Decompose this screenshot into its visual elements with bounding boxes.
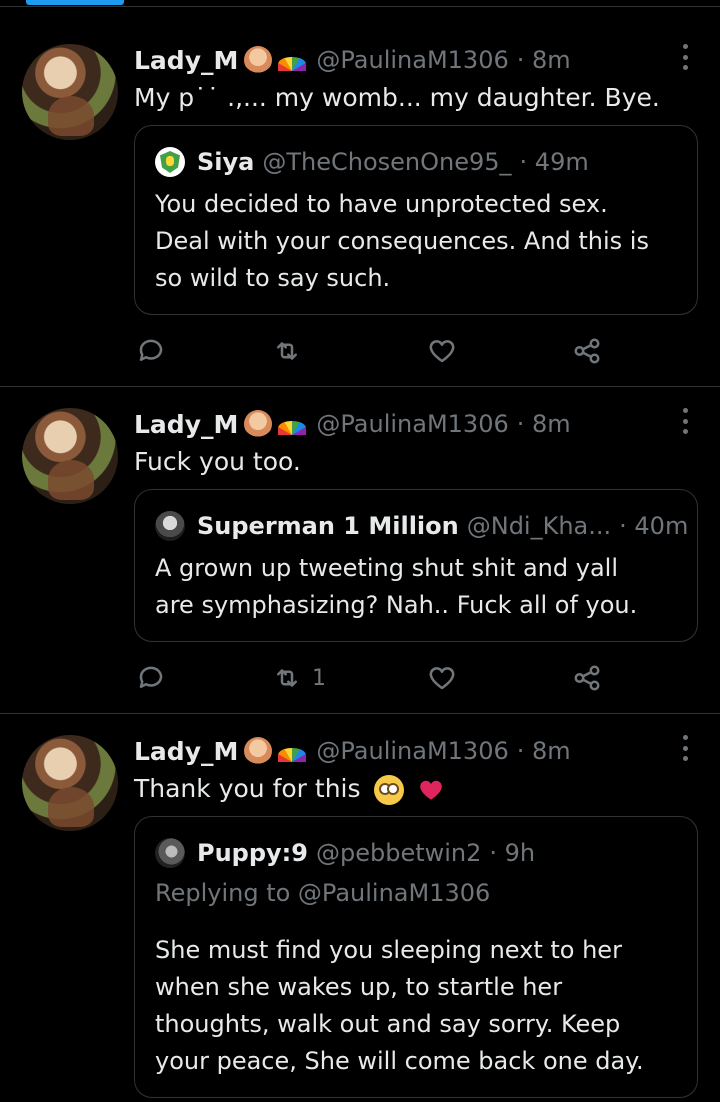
- reply-button[interactable]: [136, 660, 166, 696]
- timestamp[interactable]: · 8m: [517, 737, 571, 765]
- quoted-tweet-header: Puppy:9 @pebbetwin2 · 9h: [155, 837, 535, 869]
- quoted-display-name: Puppy:9: [197, 839, 308, 867]
- tweet-text: Fuck you too.: [134, 447, 301, 476]
- divider: [0, 713, 720, 714]
- fairy-emoji-icon: •: [244, 410, 273, 438]
- avatar[interactable]: [22, 735, 118, 831]
- avatar[interactable]: [22, 408, 118, 504]
- tweet-text: Thank you for this: [134, 771, 444, 807]
- reply-button[interactable]: [136, 333, 166, 369]
- quoted-text-line: are symphasizing? Nah.. Fuck all of you.: [155, 591, 638, 619]
- quoted-handle: @pebbetwin2: [315, 839, 482, 867]
- like-button[interactable]: [427, 333, 457, 369]
- rainbow-emoji-icon: •: [278, 748, 307, 762]
- tweet-header: Lady_M • • @PaulinaM1306 · 8m: [134, 42, 571, 78]
- reply-icon: [139, 666, 163, 688]
- timestamp[interactable]: · 8m: [517, 46, 571, 74]
- quoted-timestamp: · 49m: [519, 148, 589, 176]
- share-icon: [574, 665, 600, 691]
- quoted-timestamp: · 40m: [619, 512, 689, 540]
- share-icon: [574, 338, 600, 364]
- display-name[interactable]: Lady_M: [134, 410, 238, 439]
- share-button[interactable]: [572, 333, 602, 369]
- tweet-text: My p˙˙ .,... my womb... my daughter. Bye…: [134, 83, 660, 112]
- more-icon[interactable]: [680, 44, 690, 70]
- handle[interactable]: @PaulinaM1306: [316, 410, 508, 438]
- retweet-button[interactable]: [272, 333, 312, 369]
- avatar: [155, 147, 185, 177]
- heart-icon: [429, 340, 455, 363]
- quoted-text-line: You decided to have unprotected sex.: [155, 190, 608, 218]
- quoted-text-line: your peace, She will come back one day.: [155, 1047, 644, 1075]
- avatar: [155, 511, 185, 541]
- display-name[interactable]: Lady_M: [134, 737, 238, 766]
- divider: [0, 6, 720, 7]
- quoted-tweet[interactable]: Siya @TheChosenOne95_ · 49m You decided …: [134, 125, 698, 315]
- quoted-text-line: She must find you sleeping next to her: [155, 936, 622, 964]
- retweet-icon: [277, 669, 297, 687]
- quoted-display-name: Siya: [197, 148, 255, 176]
- fairy-emoji-icon: •: [244, 737, 273, 765]
- quoted-handle: @TheChosenOne95_: [262, 148, 512, 176]
- quoted-tweet[interactable]: Superman 1 Million @Ndi_Kha... · 40m A g…: [134, 489, 698, 642]
- handle[interactable]: @PaulinaM1306: [316, 737, 508, 765]
- retweet-count: 1: [312, 665, 326, 691]
- replying-to[interactable]: Replying to @PaulinaM1306: [155, 879, 490, 907]
- tweet-header: Lady_M • • @PaulinaM1306 · 8m: [134, 406, 571, 442]
- quoted-text-line: thoughts, walk out and say sorry. Keep: [155, 1010, 621, 1038]
- quoted-timestamp: · 9h: [489, 839, 536, 867]
- retweet-icon: [277, 342, 297, 360]
- fairy-emoji-icon: •: [244, 46, 273, 74]
- retweet-button[interactable]: 1: [272, 660, 326, 696]
- quoted-text-line: A grown up tweeting shut shit and yall: [155, 554, 618, 582]
- avatar[interactable]: [22, 44, 118, 140]
- tweet-text-content: Thank you for this: [134, 774, 361, 803]
- heart-icon: [429, 667, 455, 690]
- quoted-tweet-header: Superman 1 Million @Ndi_Kha... · 40m: [155, 510, 688, 542]
- quoted-text-line: Deal with your consequences. And this is: [155, 227, 649, 255]
- rolling-eyes-emoji-icon: [374, 775, 405, 805]
- reply-icon: [139, 339, 163, 361]
- rainbow-emoji-icon: •: [278, 57, 307, 71]
- timestamp[interactable]: · 8m: [517, 410, 571, 438]
- quoted-tweet[interactable]: Puppy:9 @pebbetwin2 · 9h Replying to @Pa…: [134, 816, 698, 1098]
- quoted-tweet-header: Siya @TheChosenOne95_ · 49m: [155, 146, 589, 178]
- share-button[interactable]: [572, 660, 602, 696]
- quoted-display-name: Superman 1 Million: [197, 512, 459, 540]
- tab-indicator: [26, 0, 124, 5]
- more-icon[interactable]: [680, 735, 690, 761]
- like-button[interactable]: [427, 660, 457, 696]
- divider: [0, 386, 720, 387]
- red-heart-emoji-icon: [418, 777, 444, 803]
- tweet-header: Lady_M • • @PaulinaM1306 · 8m: [134, 733, 571, 769]
- quoted-text-line: so wild to say such.: [155, 264, 391, 292]
- more-icon[interactable]: [680, 408, 690, 434]
- display-name[interactable]: Lady_M: [134, 46, 238, 75]
- quoted-text-line: when she wakes up, to startle her: [155, 973, 563, 1001]
- handle[interactable]: @PaulinaM1306: [316, 46, 508, 74]
- timeline: Lady_M • • @PaulinaM1306 · 8m My p˙˙ .,.…: [0, 0, 720, 1102]
- quoted-handle: @Ndi_Kha...: [466, 512, 612, 540]
- rainbow-emoji-icon: •: [278, 421, 307, 435]
- avatar: [155, 838, 185, 868]
